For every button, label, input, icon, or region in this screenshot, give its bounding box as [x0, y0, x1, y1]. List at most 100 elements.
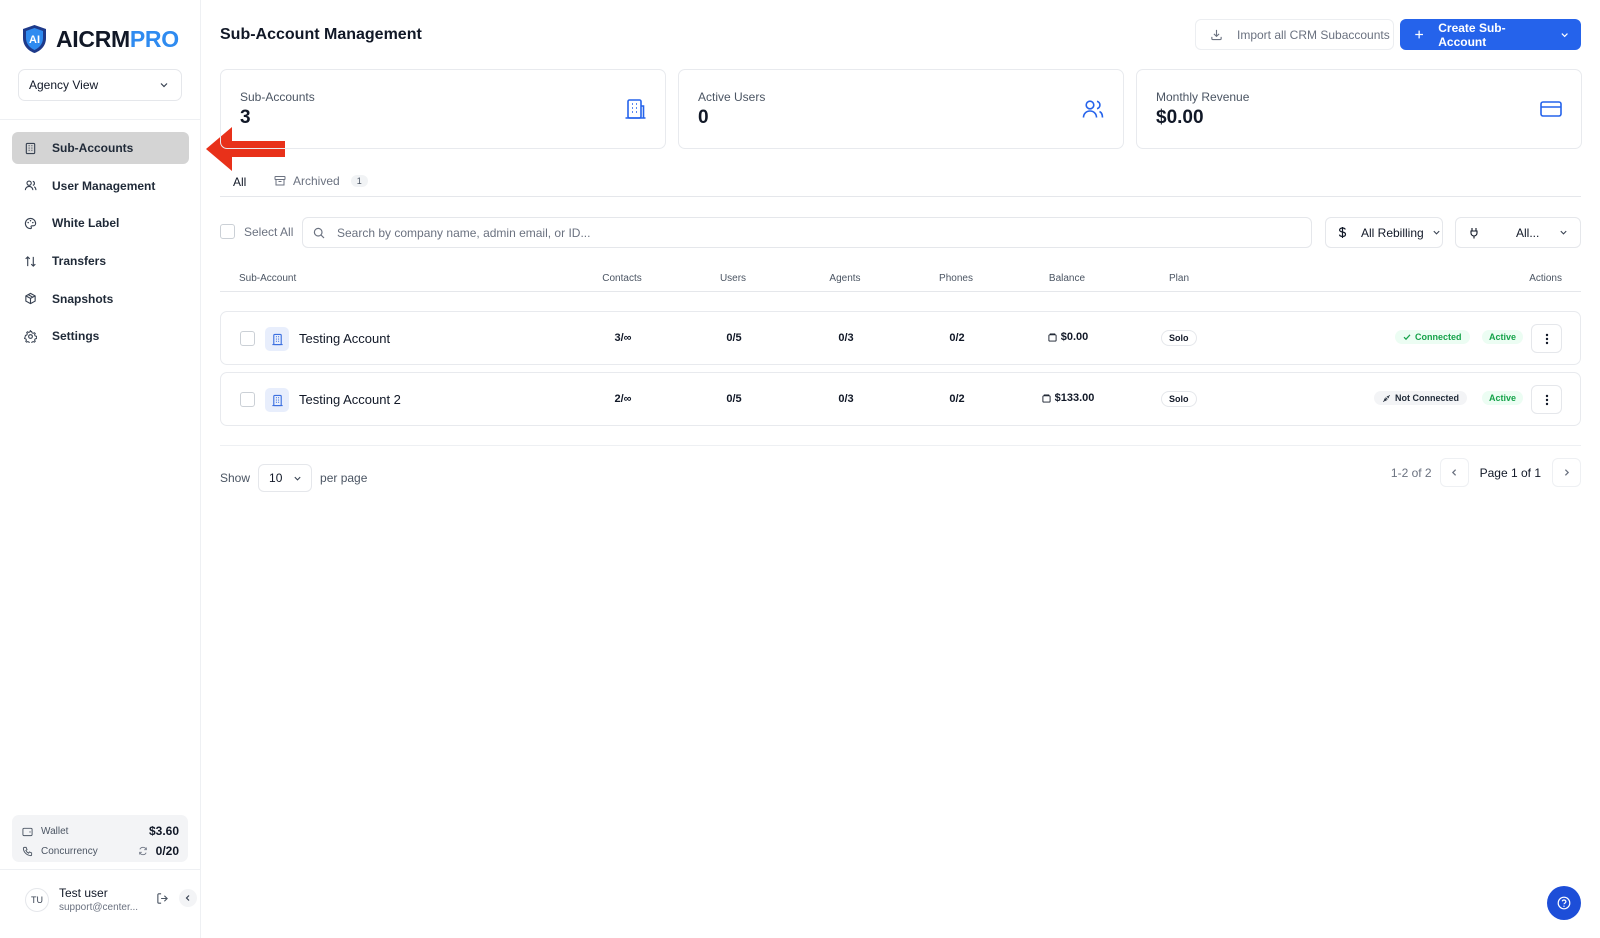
chevron-left-icon — [1451, 469, 1456, 476]
building-icon — [265, 327, 289, 351]
stat-label: Sub-Accounts — [240, 90, 315, 104]
stat-value: $0.00 — [1156, 107, 1204, 128]
connection-filter-value: All... — [1516, 225, 1540, 240]
users-cell: 0/5 — [726, 393, 742, 405]
avatar: TU — [25, 887, 49, 912]
users-icon — [24, 180, 37, 191]
stat-value: 0 — [698, 107, 709, 128]
show-label: Show — [220, 471, 251, 485]
arrows-icon — [25, 255, 36, 267]
pagination-range: 1-2 of 2 — [1390, 465, 1432, 480]
tab-bar: All Archived 1 — [220, 166, 1581, 197]
shield-logo-icon: AI — [23, 25, 46, 53]
phones-cell: 0/2 — [949, 332, 965, 344]
create-subaccount-button[interactable]: Create Sub-Account — [1400, 19, 1581, 50]
sidebar-item-sub-accounts[interactable]: Sub-Accounts — [12, 132, 189, 164]
tab-all[interactable]: All — [233, 175, 246, 189]
chevron-down-icon[interactable] — [1560, 30, 1569, 40]
view-selector[interactable]: Agency View — [18, 69, 182, 101]
checkbox[interactable] — [220, 224, 235, 239]
rebilling-filter-dropdown[interactable]: All Rebilling — [1325, 217, 1443, 248]
stat-card-sub-accounts: Sub-Accounts 3 — [220, 69, 666, 149]
phones-cell: 0/2 — [949, 393, 965, 405]
page-size-select[interactable]: 10 — [258, 464, 313, 492]
wallet-icon — [22, 827, 33, 836]
balance-cell: $0.00 — [1013, 331, 1123, 343]
contacts-cell: 3/∞ — [614, 332, 632, 344]
more-vertical-icon — [1545, 394, 1548, 405]
balance-cell: $133.00 — [1013, 392, 1123, 404]
subaccount-name[interactable]: Testing Account 2 — [299, 392, 401, 407]
import-subaccounts-button[interactable]: Import all CRM Subaccounts — [1195, 19, 1394, 50]
column-header-users[interactable]: Users — [693, 273, 773, 284]
building-icon — [625, 99, 646, 119]
column-header-agents[interactable]: Agents — [805, 273, 885, 284]
concurrency-label: Concurrency — [41, 845, 98, 857]
search-input[interactable]: Search by company name, admin email, or … — [302, 217, 1312, 248]
sidebar-item-label: Snapshots — [52, 291, 114, 306]
user-name: Test user — [59, 886, 108, 900]
sidebar-nav: Sub-Accounts User Management White Label… — [12, 132, 189, 358]
pagination: 1-2 of 2 Page 1 of 1 — [1391, 458, 1581, 487]
chevron-left-icon — [185, 895, 190, 901]
previous-page-button[interactable] — [1439, 458, 1469, 487]
status-badge: Active — [1482, 391, 1524, 405]
check-icon — [1403, 334, 1411, 341]
user-email: support@center... — [59, 902, 139, 913]
refresh-icon[interactable] — [138, 846, 148, 856]
wallet-icon — [1048, 332, 1057, 342]
subaccount-name[interactable]: Testing Account — [299, 331, 390, 346]
archive-icon — [274, 176, 286, 186]
agents-cell: 0/3 — [838, 393, 854, 405]
row-checkbox[interactable] — [240, 392, 255, 407]
stat-label: Monthly Revenue — [1156, 90, 1250, 104]
dollar-icon — [1338, 227, 1347, 238]
gear-icon — [24, 329, 37, 343]
sidebar-item-label: User Management — [52, 178, 156, 193]
sidebar-divider — [0, 869, 201, 870]
sidebar-item-user-management[interactable]: User Management — [12, 170, 189, 202]
page-title: Sub-Account Management — [220, 26, 422, 43]
sidebar-item-white-label[interactable]: White Label — [12, 207, 189, 239]
connection-status-badge: Not Connected — [1374, 391, 1467, 405]
sidebar-item-snapshots[interactable]: Snapshots — [12, 283, 189, 315]
column-header-balance[interactable]: Balance — [1027, 273, 1107, 284]
connection-status-badge: Connected — [1395, 330, 1470, 344]
user-profile[interactable]: TU Test user support@center... — [25, 886, 138, 913]
concurrency-row: Concurrency 0/20 — [22, 841, 179, 861]
column-header-phones[interactable]: Phones — [916, 273, 996, 284]
connection-filter-dropdown[interactable]: All... — [1455, 217, 1581, 248]
chevron-down-icon — [294, 476, 301, 481]
chevron-down-icon — [160, 83, 168, 88]
column-header-sub-account[interactable]: Sub-Account — [239, 273, 296, 284]
table-row[interactable]: Testing Account 3/∞ 0/5 0/3 0/2 $0.00 So… — [220, 311, 1581, 365]
wallet-icon — [1042, 393, 1051, 403]
plus-icon — [1415, 30, 1423, 39]
help-icon — [1557, 896, 1571, 910]
page-size-value: 10 — [269, 471, 283, 485]
sidebar-item-label: White Label — [52, 216, 120, 231]
column-header-contacts[interactable]: Contacts — [582, 273, 662, 284]
next-page-button[interactable] — [1552, 458, 1581, 487]
row-actions-button[interactable] — [1531, 324, 1562, 353]
row-actions-button[interactable] — [1531, 385, 1562, 414]
building-icon — [25, 142, 36, 154]
sidebar-item-settings[interactable]: Settings — [12, 320, 189, 352]
logout-icon[interactable] — [156, 892, 169, 905]
more-vertical-icon — [1545, 333, 1548, 344]
row-checkbox[interactable] — [240, 331, 255, 346]
create-label: Create Sub-Account — [1438, 20, 1506, 49]
sidebar-item-label: Sub-Accounts — [52, 141, 134, 155]
table-row[interactable]: Testing Account 2 2/∞ 0/5 0/3 0/2 $133.0… — [220, 372, 1581, 426]
per-page-label: per page — [320, 471, 368, 485]
search-placeholder: Search by company name, admin email, or … — [337, 225, 591, 240]
select-all-checkbox[interactable]: Select All — [220, 224, 293, 239]
column-header-plan[interactable]: Plan — [1139, 273, 1219, 284]
agents-cell: 0/3 — [838, 332, 854, 344]
sidebar-item-transfers[interactable]: Transfers — [12, 245, 189, 277]
unplug-icon — [1383, 394, 1390, 402]
collapse-sidebar-button[interactable] — [179, 889, 197, 907]
brand-logo[interactable]: AI AICRMPRO — [21, 24, 179, 54]
help-button[interactable] — [1547, 886, 1581, 920]
tab-archived[interactable]: Archived 1 — [274, 174, 368, 188]
